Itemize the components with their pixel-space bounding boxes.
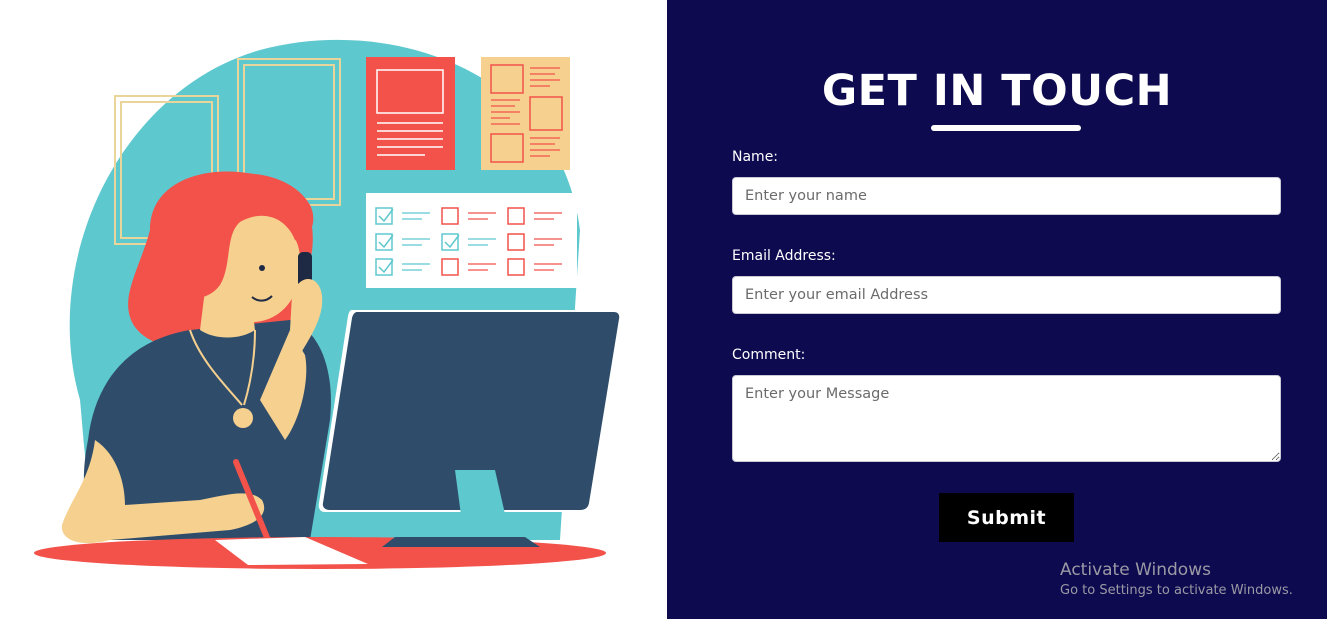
contact-page: GET IN TOUCH Name: Email Address: Commen… <box>0 0 1327 623</box>
name-label: Name: <box>732 149 779 165</box>
comment-label: Comment: <box>732 347 806 363</box>
activate-windows-watermark: Activate Windows Go to Settings to activ… <box>1060 560 1293 598</box>
email-label: Email Address: <box>732 248 836 264</box>
watermark-subtitle: Go to Settings to activate Windows. <box>1060 583 1293 598</box>
name-input[interactable] <box>732 177 1281 215</box>
title-underline <box>931 125 1081 131</box>
contact-form-panel: GET IN TOUCH Name: Email Address: Commen… <box>667 0 1327 619</box>
email-input[interactable] <box>732 276 1281 314</box>
watermark-title: Activate Windows <box>1060 560 1211 580</box>
contact-illustration <box>0 0 667 623</box>
page-title: GET IN TOUCH <box>821 66 1173 116</box>
submit-button[interactable]: Submit <box>939 493 1074 542</box>
woman-at-desk-illustration <box>34 39 622 569</box>
comment-textarea[interactable] <box>732 375 1281 462</box>
